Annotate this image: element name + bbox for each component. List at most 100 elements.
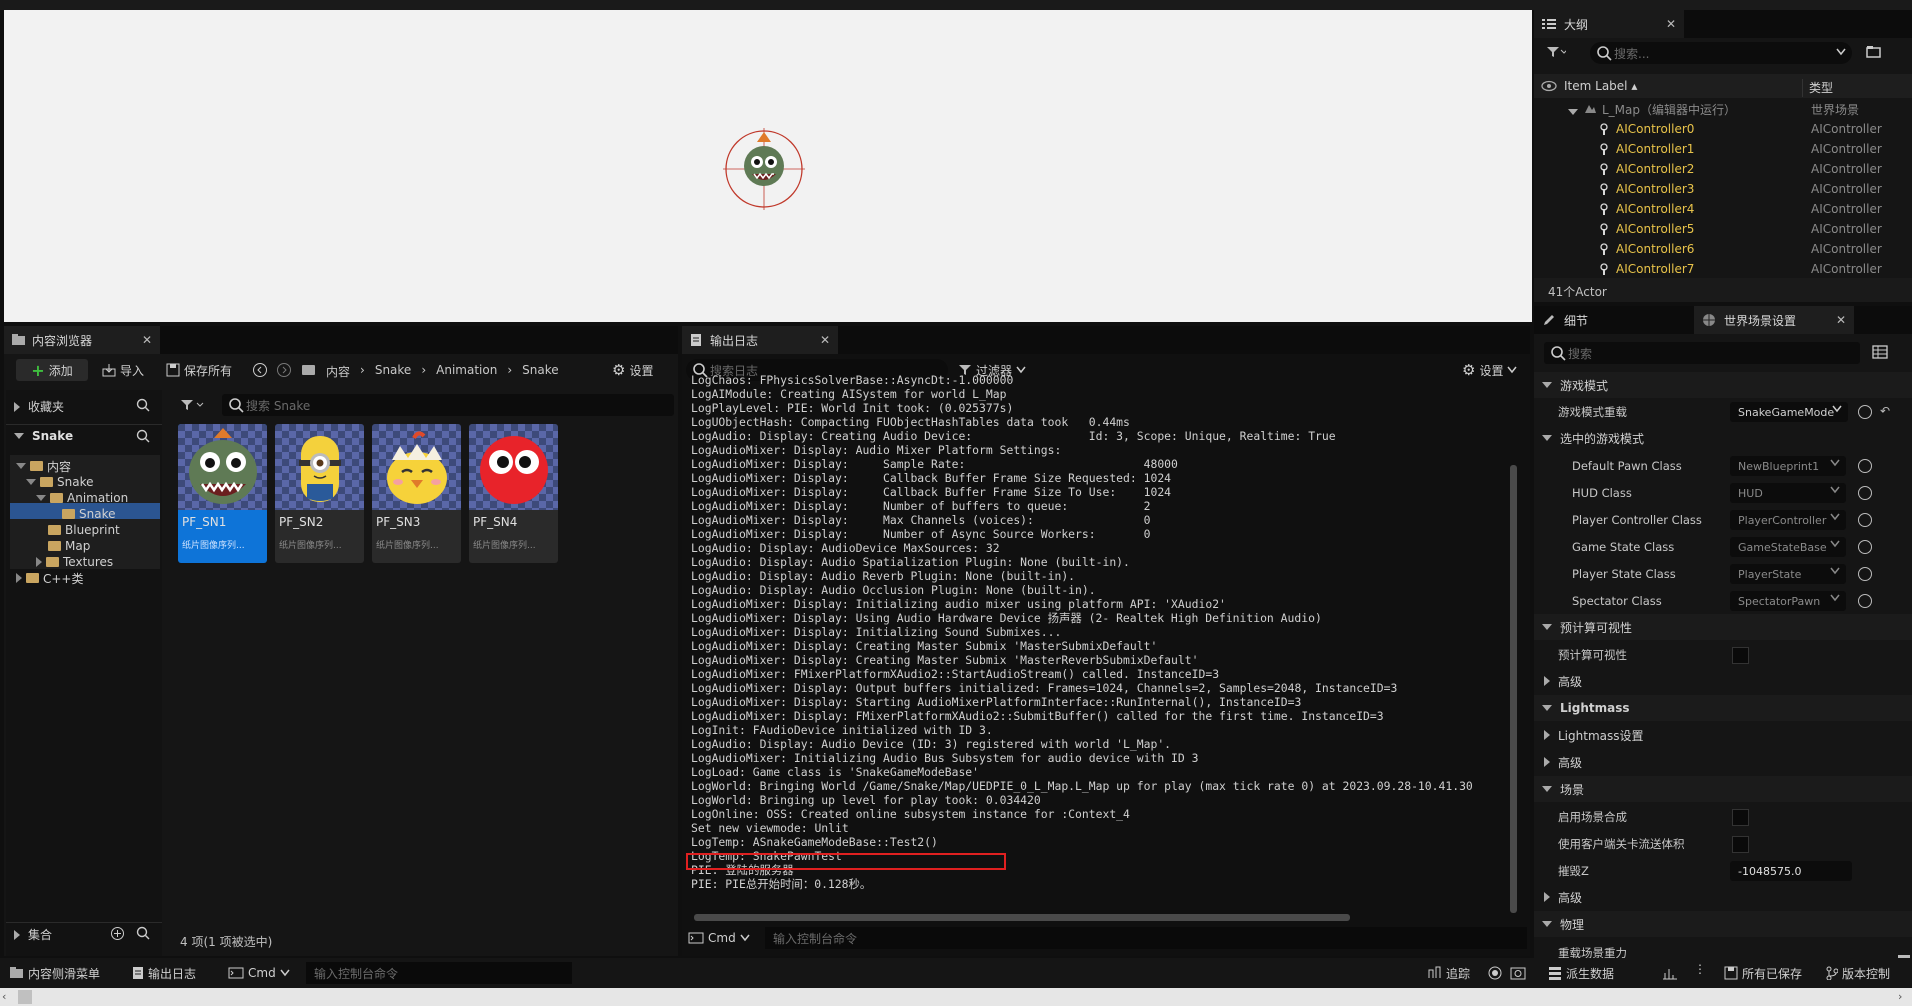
add-button[interactable]: + 添加 [16, 359, 88, 381]
kill-z-input[interactable]: -1048575.0 [1730, 861, 1852, 881]
visibility-eye-icon[interactable] [1541, 80, 1557, 95]
search-icon[interactable] [136, 429, 150, 446]
class-select[interactable]: NewBlueprint1 [1730, 456, 1846, 476]
section-lightmass-settings[interactable]: Lightmass设置 [1534, 722, 1912, 748]
outliner-row[interactable]: AIController6 AIController [1540, 239, 1912, 259]
details-search-input[interactable]: 搜索 [1544, 342, 1860, 364]
back-icon[interactable] [252, 359, 268, 381]
import-button[interactable]: 导入 [102, 359, 144, 381]
class-select[interactable]: SpectatorPawn [1730, 591, 1846, 611]
add-folder-icon[interactable] [1866, 45, 1882, 59]
folder-tree-item[interactable]: Snake [50, 506, 115, 522]
filter-icon[interactable] [1546, 45, 1568, 61]
breadcrumb-item[interactable]: Snake [522, 363, 558, 380]
asset-tile[interactable]: PF_SN1 纸片图像序列... [178, 424, 267, 563]
output-log-button[interactable]: 输出日志 [132, 962, 196, 984]
asset-tile[interactable]: PF_SN3 纸片图像序列... [372, 424, 461, 563]
close-icon[interactable]: ✕ [1666, 17, 1676, 31]
breadcrumb-item[interactable]: 内容 [326, 363, 350, 380]
content-drawer-button[interactable]: 内容侧滑菜单 [10, 962, 100, 984]
browse-icon[interactable] [1858, 405, 1872, 419]
screenshot-icon[interactable] [1510, 966, 1526, 983]
folder-tree-item[interactable]: Map [36, 538, 90, 554]
browse-icon[interactable] [1858, 594, 1872, 608]
tab-world-settings[interactable]: 世界场景设置 ✕ [1694, 306, 1854, 334]
tab-details[interactable]: 细节 [1534, 306, 1694, 334]
close-icon[interactable]: ✕ [820, 333, 830, 347]
record-icon[interactable] [1488, 966, 1502, 983]
folder-tree-item[interactable]: Textures [36, 554, 113, 570]
status-console-input[interactable]: 输入控制台命令 [306, 962, 572, 984]
client-streaming-checkbox[interactable] [1732, 836, 1749, 853]
section-advanced-3[interactable]: 高级 [1534, 884, 1912, 910]
folder-icon[interactable] [302, 359, 315, 381]
scroll-right-arrow[interactable]: › [1898, 990, 1902, 1003]
status-cmd-select[interactable]: Cmd [228, 962, 290, 984]
browse-icon[interactable] [1858, 540, 1872, 554]
section-game-mode[interactable]: 游戏模式 [1534, 372, 1912, 398]
class-select[interactable]: PlayerState [1730, 564, 1846, 584]
derived-data-button[interactable]: 派生数据 [1548, 962, 1614, 984]
log-vertical-scrollbar[interactable] [1510, 465, 1517, 913]
col-type[interactable]: 类型 [1809, 79, 1833, 96]
search-icon[interactable] [136, 398, 150, 415]
folder-tree-item[interactable]: 内容 [16, 458, 71, 474]
outliner-row[interactable]: AIController0 AIController [1540, 119, 1912, 139]
section-selected-game-mode[interactable]: 选中的游戏模式 [1534, 425, 1912, 451]
close-icon[interactable]: ✕ [142, 333, 152, 347]
tab-outliner[interactable]: 大纲 ✕ [1534, 10, 1684, 38]
table-view-icon[interactable] [1872, 345, 1888, 362]
asset-tile[interactable]: PF_SN2 纸片图像序列... [275, 424, 364, 563]
class-select[interactable]: PlayerController [1730, 510, 1846, 530]
folder-tree-item[interactable]: Snake [26, 474, 93, 490]
trace-button[interactable]: 追踪 [1428, 962, 1470, 984]
log-horizontal-scrollbar[interactable] [694, 914, 1350, 921]
outliner-root-label[interactable]: L_Map（编辑器中运行） [1602, 101, 1736, 118]
asset-search-input[interactable]: 搜索 Snake [222, 394, 674, 416]
asset-tile[interactable]: PF_SN4 纸片图像序列... [469, 424, 558, 563]
tree-collapse-arrow[interactable] [1568, 104, 1578, 118]
section-advanced-1[interactable]: 高级 [1534, 668, 1912, 694]
col-item-label[interactable]: Item Label ▴ [1564, 79, 1637, 93]
game-mode-override-select[interactable]: SnakeGameMode [1730, 402, 1848, 422]
class-select[interactable]: HUD [1730, 483, 1846, 503]
snake-pawn-sprite[interactable] [723, 128, 805, 210]
project-header[interactable]: Snake [14, 429, 73, 443]
folder-tree-item[interactable]: C++类 [16, 570, 84, 586]
section-precomputed-visibility[interactable]: 预计算可视性 [1534, 614, 1912, 640]
outliner-row[interactable]: AIController5 AIController [1540, 219, 1912, 239]
section-lightmass[interactable]: Lightmass [1534, 695, 1912, 721]
browse-icon[interactable] [1858, 486, 1872, 500]
outliner-search-input[interactable]: 搜索... [1590, 42, 1852, 64]
favorites-header[interactable]: 收藏夹 [14, 398, 64, 415]
browse-icon[interactable] [1858, 567, 1872, 581]
level-viewport[interactable] [4, 10, 1532, 322]
filter-icon[interactable] [180, 398, 206, 415]
close-icon[interactable]: ✕ [1836, 313, 1846, 327]
section-advanced-2[interactable]: 高级 [1534, 749, 1912, 775]
outliner-row[interactable]: AIController4 AIController [1540, 199, 1912, 219]
tab-content-browser[interactable]: 内容浏览器 ✕ [4, 326, 160, 354]
outliner-row[interactable]: AIController3 AIController [1540, 179, 1912, 199]
source-control-button[interactable]: 版本控制 [1826, 962, 1890, 984]
add-collection-icon[interactable] [110, 926, 125, 944]
section-physics[interactable]: 物理 [1534, 911, 1912, 937]
folder-tree-item[interactable]: Blueprint [36, 522, 120, 538]
reset-arrow-icon[interactable]: ↶ [1880, 404, 1890, 418]
section-scene[interactable]: 场景 [1534, 776, 1912, 802]
settings-button[interactable]: ⚙ 设置 [612, 359, 653, 381]
outliner-row[interactable]: AIController1 AIController [1540, 139, 1912, 159]
window-horizontal-scrollbar[interactable] [0, 988, 1912, 1006]
tab-output-log[interactable]: 输出日志 ✕ [682, 326, 838, 354]
breadcrumb-item[interactable]: Animation [436, 363, 497, 380]
log-console-input[interactable]: 输入控制台命令 [765, 927, 1527, 949]
save-all-button[interactable]: 保存所有 [166, 359, 232, 381]
cmd-select[interactable]: Cmd [688, 927, 750, 949]
collections-header[interactable]: 集合 [14, 926, 52, 943]
browse-icon[interactable] [1858, 513, 1872, 527]
outliner-row[interactable]: AIController7 AIController [1540, 259, 1912, 279]
breadcrumb-item[interactable]: Snake [375, 363, 411, 380]
log-text-area[interactable]: LogChaos: FPhysicsSolverBase::AsyncDt:-1… [691, 373, 1511, 913]
forward-icon[interactable] [276, 359, 292, 381]
scroll-thumb[interactable] [18, 990, 32, 1004]
